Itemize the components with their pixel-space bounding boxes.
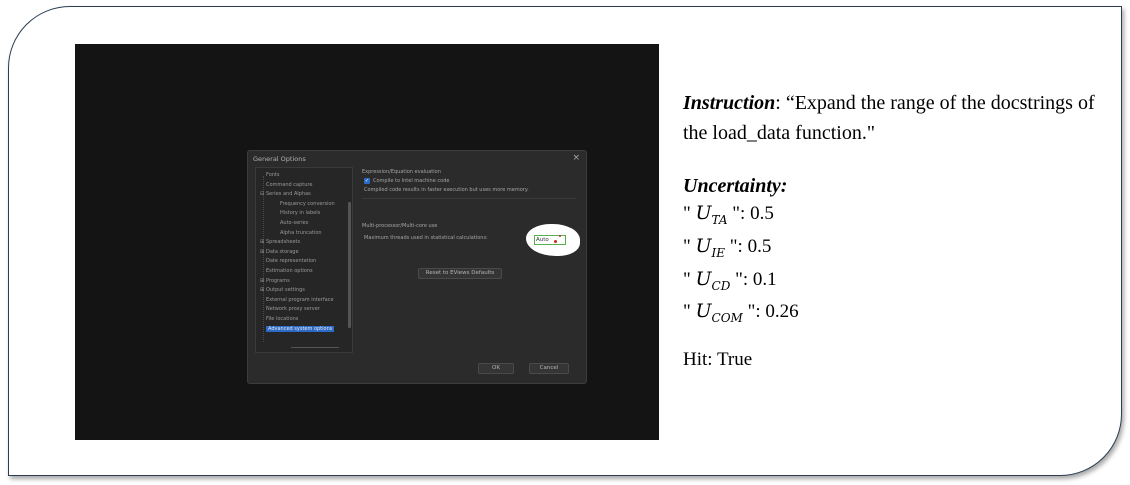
tree-item[interactable]: Alpha truncation xyxy=(280,230,322,236)
compile-checkbox[interactable]: ✓ xyxy=(364,178,370,184)
threads-label: Maximum threads used in statistical calc… xyxy=(364,235,488,241)
multi-core-section-label: Multi-processor/Multi-core use xyxy=(362,223,438,229)
tree-item[interactable]: History in labels xyxy=(280,210,320,216)
instruction-text: Instruction: “Expand the range of the do… xyxy=(683,88,1113,148)
tree-expander-icon[interactable]: ⊟ xyxy=(260,191,264,197)
threads-input[interactable]: Auto xyxy=(534,235,566,245)
uncertainty-metric: " UIE ": 0.5 xyxy=(683,234,772,260)
general-options-dialog: General Options × Fonts Command capture Se… xyxy=(247,150,587,384)
tree-expander-icon[interactable]: ⊞ xyxy=(260,278,264,284)
tree-item[interactable]: Date representation xyxy=(266,258,316,264)
tree-item[interactable]: Command capture xyxy=(266,182,312,188)
tree-horizontal-scrollbar[interactable] xyxy=(291,347,339,348)
tree-item[interactable]: Output settings xyxy=(266,287,305,293)
tree-expander-icon[interactable]: ⊞ xyxy=(260,239,264,245)
uncertainty-title: Uncertainty: xyxy=(683,175,788,197)
tree-item[interactable]: Programs xyxy=(266,278,290,284)
tree-expander-icon[interactable]: ⊞ xyxy=(260,287,264,293)
ok-button[interactable]: OK xyxy=(478,363,514,374)
compile-note: Compiled code results in faster executio… xyxy=(364,187,529,193)
uncertainty-metric: " UCD ": 0.1 xyxy=(683,267,777,293)
section-divider xyxy=(362,198,576,199)
tree-item[interactable]: Series and Alphas xyxy=(266,191,311,197)
uncertainty-metrics: " UTA ": 0.5 " UIE ": 0.5 " UCD ": 0.1 " UC… xyxy=(683,200,799,331)
uncertainty-metric: " UTA ": 0.5 xyxy=(683,202,774,227)
dialog-title: General Options xyxy=(253,155,306,163)
tree-item[interactable]: Spreadsheets xyxy=(266,239,300,245)
click-marker-dot-small xyxy=(559,235,561,237)
uncertainty-metric: " UCOM ": 0.26 xyxy=(683,300,799,326)
tree-item[interactable]: Fonts xyxy=(266,172,280,178)
close-icon[interactable]: × xyxy=(572,153,580,163)
compile-label: Compile to Intel machine code xyxy=(373,178,450,184)
reset-defaults-button[interactable]: Reset to EViews Defaults xyxy=(418,268,502,279)
options-tree[interactable]: Fonts Command capture Series and Alphas ⊟ Fr… xyxy=(255,167,353,353)
hit-result: Hit: True xyxy=(683,349,753,370)
cancel-button[interactable]: Cancel xyxy=(529,363,569,374)
click-marker-dot xyxy=(554,240,557,243)
tree-item[interactable]: Estimation options xyxy=(266,268,313,274)
tree-item[interactable]: Advanced system options xyxy=(266,325,335,332)
tree-item[interactable]: File locations xyxy=(266,316,298,322)
tree-scrollbar[interactable] xyxy=(348,202,351,328)
screenshot-area: General Options × Fonts Command capture Se… xyxy=(75,44,659,440)
tree-expander-icon[interactable]: ⊞ xyxy=(260,249,264,255)
instruction-label: Instruction xyxy=(683,92,776,114)
tree-item[interactable]: Network proxy server xyxy=(266,306,320,312)
tree-item[interactable]: External program interface xyxy=(266,297,334,303)
tree-guide-line xyxy=(263,176,264,342)
tree-item[interactable]: Frequency conversion xyxy=(280,201,335,207)
tree-item[interactable]: Auto-series xyxy=(280,220,308,226)
expression-section-label: Expression/Equation evaluation xyxy=(362,169,441,175)
tree-item[interactable]: Data storage xyxy=(266,249,299,255)
